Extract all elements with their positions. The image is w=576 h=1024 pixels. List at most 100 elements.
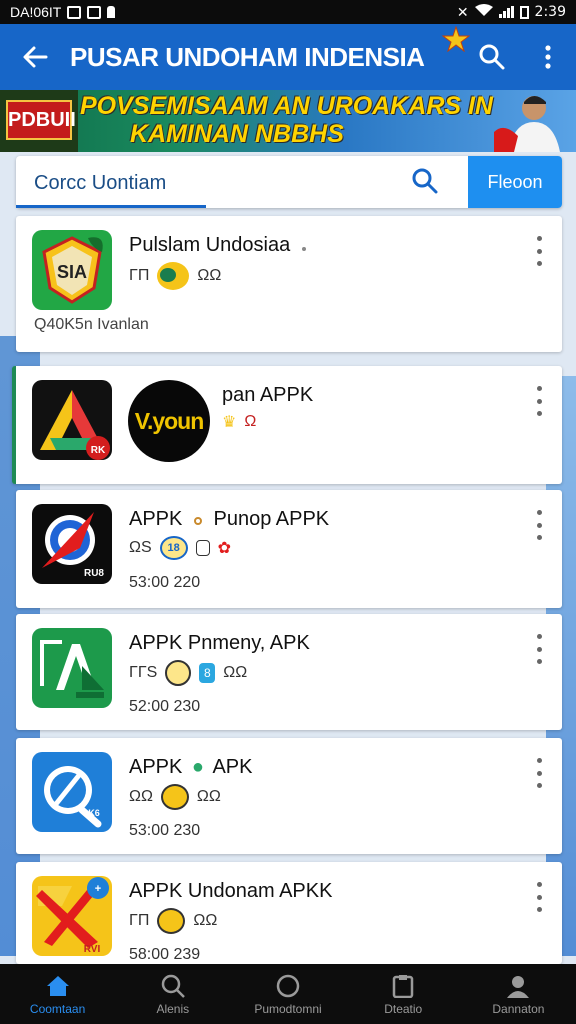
overlay-logo: V.youn xyxy=(128,380,210,462)
app-name: Pulslam Undosiaa xyxy=(129,234,306,257)
person-icon xyxy=(507,976,530,998)
wifi-icon xyxy=(474,4,493,20)
avatar-icon xyxy=(157,262,190,290)
list-item[interactable]: + RVI APPK Undonam APKK ΓΠ ΩΩ 58:00 239 xyxy=(16,862,562,964)
list-item[interactable]: RU8 APPK Punop APPK ΩS 18 ✿ 53:00 220 xyxy=(16,490,562,608)
star-icon xyxy=(441,24,471,59)
app-name: pan APPK xyxy=(222,384,313,407)
list-item[interactable]: SIA Pulslam Undosiaa ΓΠ ΩΩ Q40K5n Ivanla… xyxy=(16,216,562,352)
nav-label: Pumodtomni xyxy=(254,1002,322,1016)
more-options-button[interactable] xyxy=(530,386,548,416)
search-input[interactable]: Corcc Uontiam xyxy=(34,172,166,195)
app-badges: ΓΠ ΩΩ xyxy=(129,262,221,290)
badge-text: Ω xyxy=(244,413,257,430)
list-item[interactable]: APPK Pnmeny, APK ΓΓS 8 ΩΩ 52:00 230 xyxy=(16,614,562,730)
app-bar: PUSAR UNDOHAM INDENSIA xyxy=(0,24,576,90)
app-icon: RK xyxy=(32,380,112,460)
app-name-text: APPK xyxy=(129,756,183,778)
crown-icon: ♛ xyxy=(222,414,237,431)
status-left: DA!06IT xyxy=(10,4,116,20)
more-options-button[interactable] xyxy=(530,758,548,788)
nav-label: Dteatio xyxy=(384,1002,423,1016)
nav-label: Dannaton xyxy=(492,1002,545,1016)
app-date: 52:00 230 xyxy=(129,698,201,715)
app-name: APPK Pnmeny, APK xyxy=(129,632,310,655)
badge-text: ΩΩ xyxy=(196,788,221,805)
search-icon xyxy=(479,44,505,70)
badge-icon: 18 xyxy=(159,536,188,560)
search-underline xyxy=(16,205,206,208)
drop-icon: ● xyxy=(191,756,205,778)
page-title: PUSAR UNDOHAM INDENSIA xyxy=(70,24,471,73)
app-icon-text: RK xyxy=(91,445,106,456)
clipboard-icon xyxy=(392,975,414,998)
app-bar-search-button[interactable] xyxy=(464,24,520,90)
circle-icon xyxy=(276,974,300,998)
back-button[interactable] xyxy=(0,24,70,90)
notification-icon xyxy=(87,5,102,19)
app-name-text: Pulslam Undosiaa xyxy=(129,234,291,256)
search-icon[interactable] xyxy=(412,168,438,199)
banner-headline: POVSEMISAAM AN UROAKARS IN KAMINAN NBBHS xyxy=(80,92,493,148)
app-name-text: pan APPK xyxy=(222,384,314,406)
promo-banner[interactable]: PDBUII POVSEMISAAM AN UROAKARS IN KAMINA… xyxy=(0,90,576,152)
app-meta: Q40K5n Ivanlan xyxy=(34,316,149,333)
app-icon-text: RVI xyxy=(84,944,101,955)
nav-item-home[interactable]: Coomtaan xyxy=(0,964,115,1024)
overflow-menu-button[interactable] xyxy=(520,24,576,90)
more-options-button[interactable] xyxy=(530,236,548,266)
app-name: APPK Undonam APKK xyxy=(129,880,332,903)
search-row: Corcc Uontiam Fleoon xyxy=(0,152,576,210)
status-right: ✕ 2:39 xyxy=(457,4,566,21)
badge-text: ΓΠ xyxy=(129,267,150,284)
home-icon xyxy=(46,976,69,996)
more-options-button[interactable] xyxy=(530,634,548,664)
clock: 2:39 xyxy=(534,4,566,20)
app-icon: SIA xyxy=(32,230,112,310)
app-date: 53:00 230 xyxy=(129,822,201,839)
more-vertical-icon xyxy=(545,45,551,69)
app-icon-text: K6 xyxy=(88,808,100,818)
nav-label: Alenis xyxy=(156,1002,190,1016)
badge-text: ΩΩ xyxy=(129,788,153,805)
list-item[interactable]: RK V.youn pan APPK ♛ Ω xyxy=(12,366,562,484)
more-options-button[interactable] xyxy=(530,510,548,540)
list-item[interactable]: K6 APPK ● APK ΩΩ ΩΩ 53:00 230 xyxy=(16,738,562,854)
mute-icon: ✕ xyxy=(456,3,469,20)
app-list: SIA Pulslam Undosiaa ΓΠ ΩΩ Q40K5n Ivanla… xyxy=(0,216,576,964)
status-left-text: DA!06IT xyxy=(10,4,62,20)
app-date: 53:00 220 xyxy=(129,574,201,591)
app-name: APPK ● APK xyxy=(129,756,253,779)
avatar-icon xyxy=(157,908,186,934)
ring-icon xyxy=(193,517,202,525)
search-submit-button[interactable]: Fleoon xyxy=(468,156,562,208)
svg-text:+: + xyxy=(95,883,101,895)
avatar-icon xyxy=(160,784,189,810)
badge-text: ΩS xyxy=(129,539,152,556)
banner-person-image xyxy=(494,96,560,152)
status-bar: DA!06IT ✕ 2:39 xyxy=(0,0,576,24)
app-badges: ΓΓS 8 ΩΩ xyxy=(129,660,247,686)
app-name-text: APPK xyxy=(129,508,183,530)
app-badges: ΓΠ ΩΩ xyxy=(129,908,217,934)
app-icon-text: SIA xyxy=(57,262,87,282)
app-name-extra: Punop APPK xyxy=(213,508,330,530)
search-icon xyxy=(161,974,185,998)
app-name-text: APPK Pnmeny, APK xyxy=(129,632,310,654)
app-badges: ♛ Ω xyxy=(222,412,256,432)
app-icon-text: RU8 xyxy=(84,568,104,579)
nav-item-search[interactable]: Alenis xyxy=(115,964,230,1024)
app-name-text: APPK Undonam APKK xyxy=(129,880,333,902)
nav-item-promotion[interactable]: Pumodtomni xyxy=(230,964,345,1024)
notification-icon xyxy=(107,6,116,18)
back-arrow-icon xyxy=(23,46,48,68)
nav-item-profile[interactable]: Dannaton xyxy=(461,964,576,1024)
page-title-text: PUSAR UNDOHAM INDENSIA xyxy=(70,41,425,72)
more-options-button[interactable] xyxy=(530,882,548,912)
badge-text: ΓΓS xyxy=(129,664,158,681)
nav-item-details[interactable]: Dteatio xyxy=(346,964,461,1024)
badge-text: ΩΩ xyxy=(193,912,218,929)
flower-icon: ✿ xyxy=(217,540,232,557)
notification-icon xyxy=(67,5,82,19)
badge-text: ΩΩ xyxy=(197,267,222,284)
